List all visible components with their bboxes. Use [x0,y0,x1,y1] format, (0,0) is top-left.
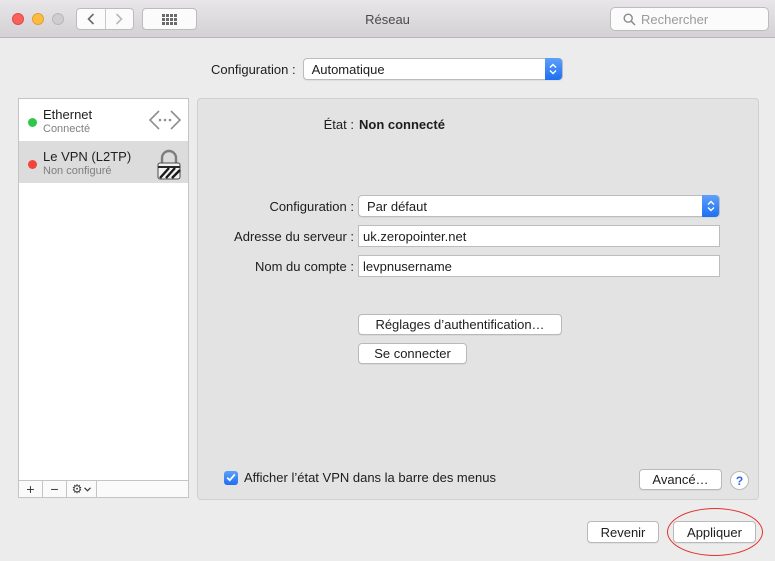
search-icon [623,13,636,26]
server-address-field[interactable]: uk.zeropointer.net [358,225,720,247]
gear-icon: ⚙ [71,482,83,496]
connect-button[interactable]: Se connecter [358,343,467,364]
account-name-row: Nom du compte : levpnusername [198,255,720,277]
vpn-lock-icon [157,149,181,180]
server-address-row: Adresse du serveur : uk.zeropointer.net [198,225,720,247]
service-list-toolbar: + − ⚙ [18,480,189,498]
account-name-label: Nom du compte : [255,258,354,274]
vpn-configuration-popup[interactable]: Par défaut [358,195,720,217]
location-config-popup[interactable]: Automatique [302,58,563,80]
configuration-label: Configuration : [269,198,354,214]
location-config-value: Automatique [311,61,385,77]
show-vpn-status-label: Afficher l’état VPN dans la barre des me… [244,470,496,485]
checkmark-icon [226,473,236,482]
revert-button[interactable]: Revenir [587,521,659,543]
server-address-label: Adresse du serveur : [234,228,354,244]
up-down-arrows-icon [702,195,719,217]
status-label: État : [323,117,354,132]
status-dot-connected [28,118,37,127]
add-service-button[interactable]: + [19,481,43,497]
minimize-window-button[interactable] [32,13,44,25]
show-vpn-status-row: Afficher l’état VPN dans la barre des me… [224,470,496,485]
highlight-circle-annotation [667,508,763,556]
search-placeholder: Rechercher [641,11,709,27]
account-name-field[interactable]: levpnusername [358,255,720,277]
network-preferences-window: Réseau Rechercher Configuration : Automa… [0,0,775,561]
search-field[interactable]: Rechercher [610,7,769,31]
title-bar: Réseau Rechercher [0,0,775,38]
status-value: Non connecté [359,117,445,132]
chevron-left-icon [87,13,94,25]
service-list: Ethernet Connecté Le VPN (L2TP) Non conf… [18,98,189,481]
back-button[interactable] [77,9,105,29]
authentication-settings-button[interactable]: Réglages d’authentification… [358,314,562,335]
remove-service-button[interactable]: − [43,481,67,497]
configuration-row: Configuration : Par défaut [198,195,720,217]
vpn-detail-panel: État : Non connecté Configuration : Par … [197,98,759,500]
action-menu-button[interactable]: ⚙ [67,481,97,497]
status-dot-not-configured [28,160,37,169]
status-row: État : Non connecté [258,117,445,132]
chevron-right-icon [116,13,123,25]
service-item-vpn[interactable]: Le VPN (L2TP) Non configuré [19,141,188,183]
advanced-button[interactable]: Avancé… [639,469,722,490]
show-vpn-status-checkbox[interactable] [224,470,238,485]
grid-icon [162,13,177,25]
help-button[interactable]: ? [730,471,749,490]
vpn-configuration-value: Par défaut [367,198,427,214]
ethernet-arrows-icon [148,110,182,130]
navigation-buttons [76,8,134,30]
service-item-ethernet[interactable]: Ethernet Connecté [19,99,188,141]
location-config-label: Configuration : [211,61,296,77]
show-all-preferences-button[interactable] [142,8,197,30]
forward-button[interactable] [104,9,134,29]
chevron-down-icon [84,486,92,492]
location-configuration: Configuration : Automatique [211,58,563,80]
zoom-window-button[interactable] [52,13,64,25]
up-down-arrows-icon [544,58,562,80]
close-window-button[interactable] [12,13,24,25]
